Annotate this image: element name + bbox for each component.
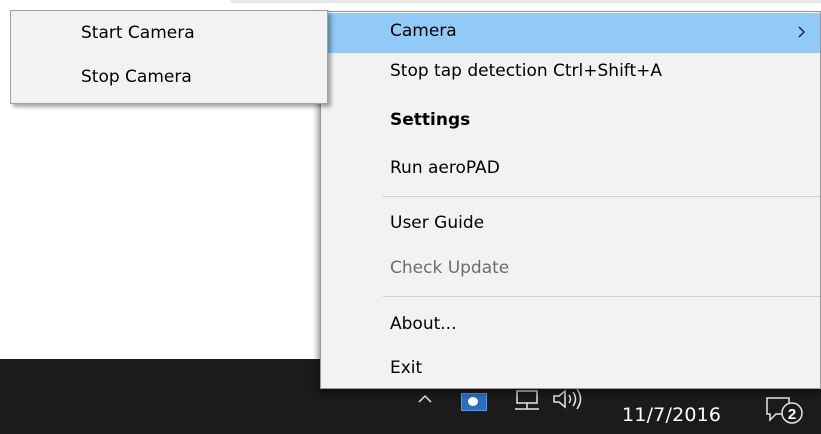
- tray-context-menu: Camera Stop tap detection Ctrl+Shift+A S…: [320, 11, 821, 389]
- menu-item-camera[interactable]: Camera: [321, 13, 820, 53]
- notification-count: 2: [788, 406, 796, 423]
- taskbar-date[interactable]: 11/7/2016: [622, 404, 721, 426]
- submenu-item-start-camera[interactable]: Start Camera: [81, 23, 195, 43]
- app-tray-icon[interactable]: [461, 393, 487, 411]
- desktop-top-edge: [230, 0, 821, 3]
- menu-item-label: Camera: [390, 21, 457, 41]
- menu-separator: [383, 296, 820, 297]
- menu-item-label: User Guide: [390, 213, 485, 233]
- submenu-item-stop-camera[interactable]: Stop Camera: [81, 67, 192, 87]
- menu-item-check-update: Check Update: [321, 250, 820, 290]
- menu-item-label: About...: [390, 314, 457, 334]
- notification-icon[interactable]: 2: [764, 395, 804, 425]
- menu-item-label: Check Update: [390, 258, 510, 278]
- desktop-screen: 11/7/2016 2 Camera Stop tap detection Ct…: [0, 0, 821, 434]
- menu-item-exit[interactable]: Exit: [321, 350, 820, 390]
- menu-item-run-aeropad[interactable]: Run aeroPAD: [321, 150, 820, 190]
- menu-separator: [383, 196, 820, 197]
- menu-item-label: Run aeroPAD: [390, 158, 500, 178]
- menu-item-label: Exit: [390, 358, 423, 378]
- network-icon[interactable]: [513, 390, 541, 412]
- menu-item-user-guide[interactable]: User Guide: [321, 205, 820, 245]
- chevron-up-icon[interactable]: [418, 392, 432, 406]
- menu-item-settings[interactable]: Settings: [321, 102, 820, 142]
- camera-submenu: Start Camera Stop Camera: [10, 10, 328, 104]
- menu-item-label: Stop tap detection Ctrl+Shift+A: [390, 61, 663, 81]
- chevron-right-icon: [798, 26, 805, 38]
- volume-icon[interactable]: [552, 388, 586, 410]
- menu-item-about[interactable]: About...: [321, 306, 820, 346]
- menu-item-stop-tap-detection[interactable]: Stop tap detection Ctrl+Shift+A: [321, 53, 820, 93]
- menu-item-label: Settings: [390, 110, 471, 130]
